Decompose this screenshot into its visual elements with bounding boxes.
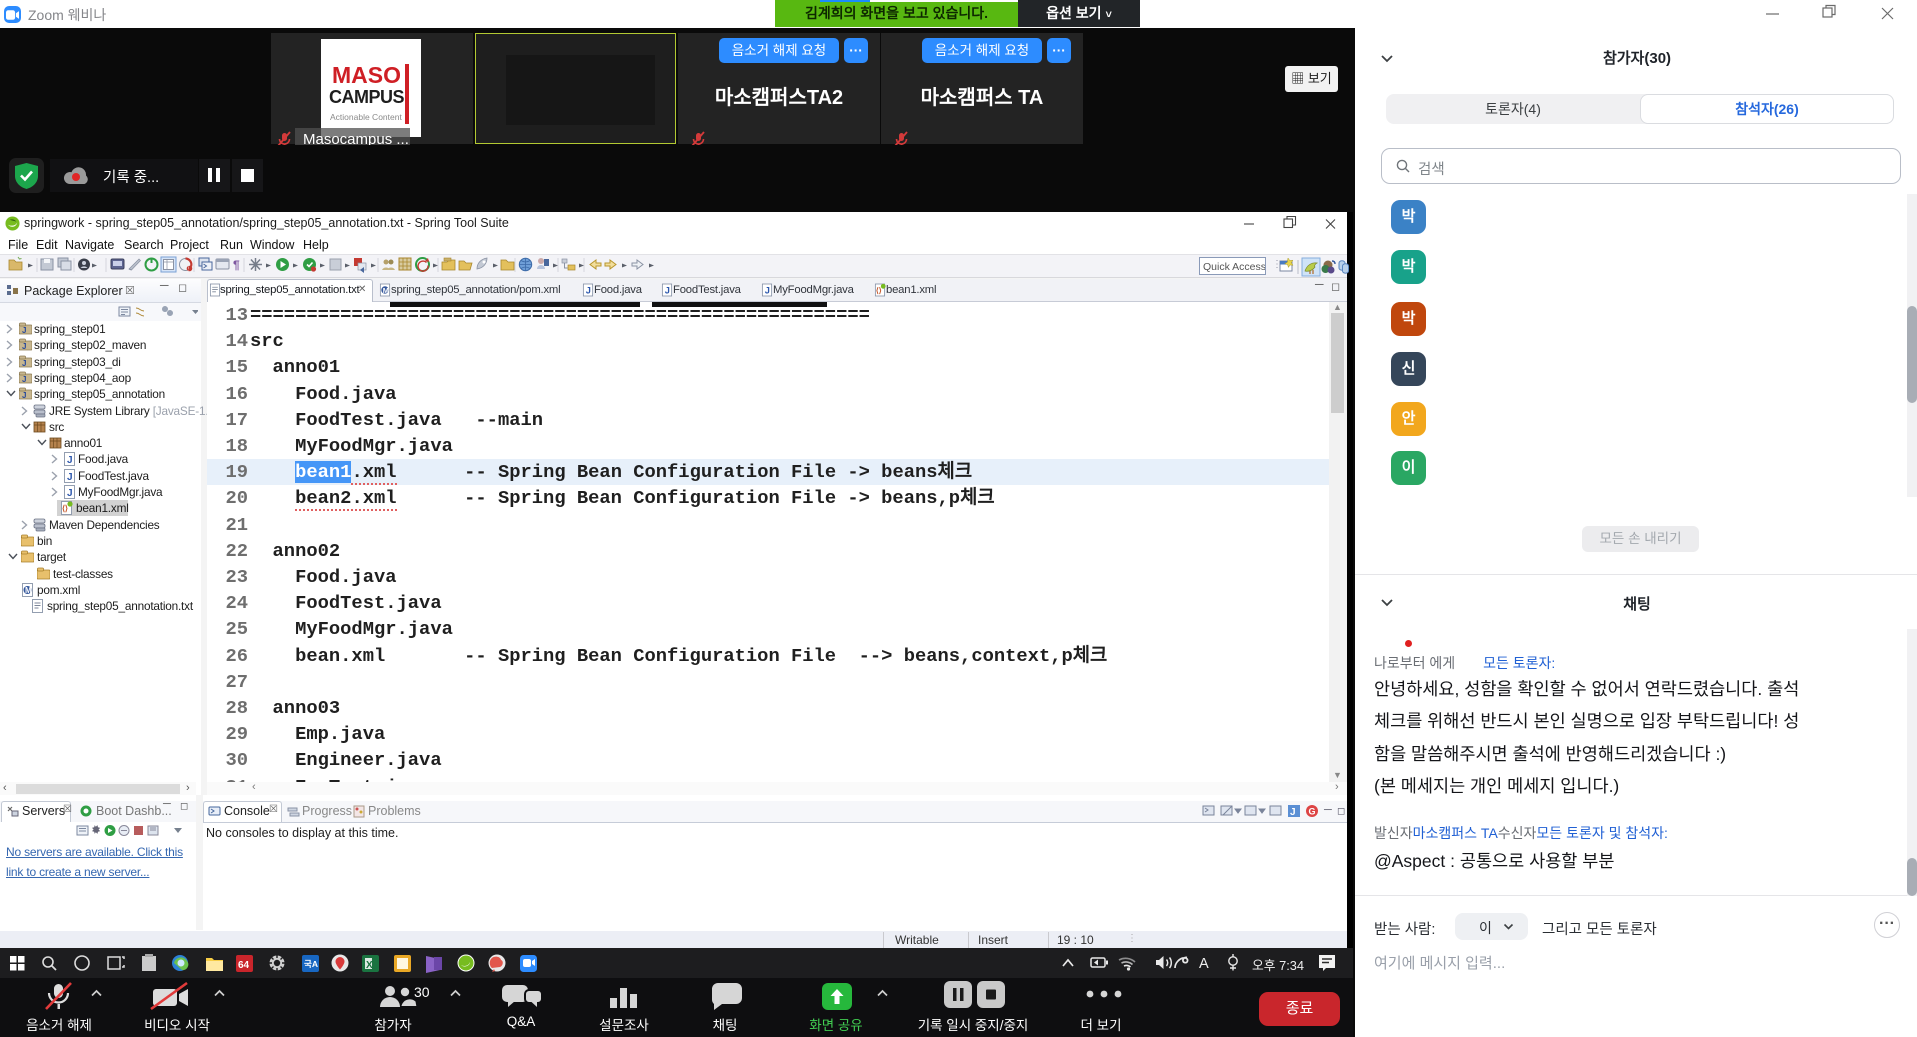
svg-text:─: ─	[1323, 804, 1332, 816]
svg-text:64: 64	[238, 960, 250, 971]
svg-text:¶: ¶	[233, 258, 240, 272]
svg-text:◻: ◻	[1337, 806, 1345, 817]
svg-text:국A: 국A	[304, 959, 318, 969]
svg-text:!: !	[188, 267, 189, 273]
svg-text:A: A	[1199, 956, 1209, 972]
svg-text:X: X	[366, 960, 373, 971]
svg-text:G: G	[1309, 807, 1316, 817]
svg-text:J: J	[1290, 807, 1296, 818]
